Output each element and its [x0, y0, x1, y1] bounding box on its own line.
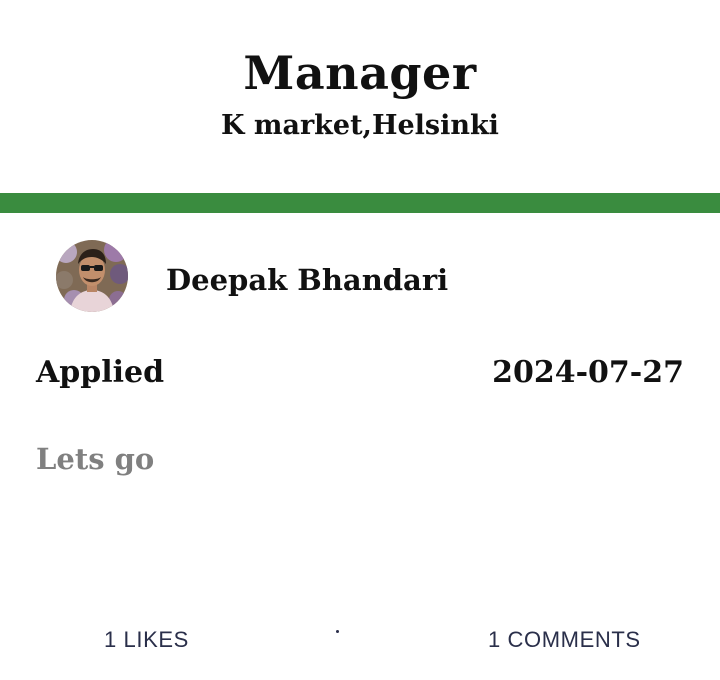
job-location: K market,Helsinki: [221, 110, 499, 141]
footer-separator: [336, 630, 339, 633]
application-date: 2024-07-27: [492, 355, 684, 390]
job-title: Manager: [243, 46, 477, 100]
section-divider: [0, 193, 720, 213]
user-avatar-photo-icon: [56, 240, 128, 312]
application-status: Applied: [36, 355, 165, 390]
applicant-name[interactable]: Deepak Bhandari: [166, 262, 448, 298]
comments-button[interactable]: 1 COMMENTS: [488, 626, 641, 654]
likes-button[interactable]: 1 LIKES: [104, 626, 189, 654]
application-message: Lets go: [36, 442, 155, 476]
avatar[interactable]: [56, 240, 128, 312]
